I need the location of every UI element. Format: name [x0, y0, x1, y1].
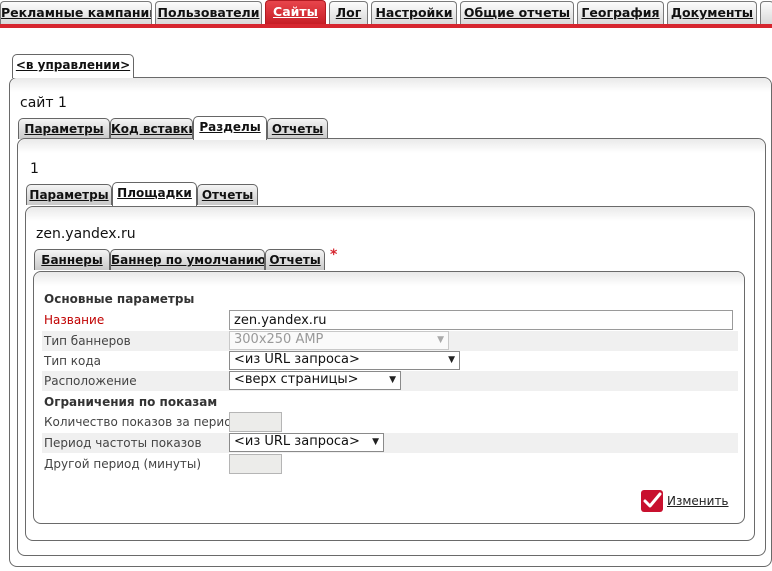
- site-tab-parameters[interactable]: Параметры: [18, 118, 110, 139]
- chevron-down-icon: ▼: [372, 437, 379, 447]
- nav-tab-geography[interactable]: География: [577, 1, 664, 24]
- place-title: zen.yandex.ru: [36, 226, 136, 242]
- section-tab-places[interactable]: Площадки: [112, 182, 197, 206]
- location-label: Расположение: [44, 374, 137, 388]
- period-label: Период частоты показов: [44, 436, 202, 450]
- edit-button[interactable]: [641, 490, 663, 512]
- row-name: Название: [42, 310, 738, 330]
- nav-accent-bar: [0, 24, 772, 28]
- place-tab-default-banner[interactable]: Баннер по умолчанию: [110, 249, 265, 270]
- nav-tab-users[interactable]: Пользователи: [155, 1, 262, 24]
- row-location: Расположение <верх страницы> ▼: [42, 371, 738, 391]
- nav-tab-sites[interactable]: Сайты: [265, 0, 326, 25]
- row-banner-type: Тип баннеров 300x250 AMP ▼: [42, 331, 738, 351]
- site-title: сайт 1: [20, 95, 67, 111]
- site-tab-sections[interactable]: Разделы: [193, 116, 267, 140]
- code-type-value: <из URL запроса>: [234, 352, 360, 367]
- name-input[interactable]: [229, 310, 733, 330]
- row-code-type: Тип кода <из URL запроса> ▼: [42, 351, 738, 371]
- panel-header: [10, 78, 771, 92]
- section-title: 1: [30, 161, 39, 177]
- back-to-management-tab[interactable]: <в управлении>: [12, 54, 134, 78]
- chevron-down-icon: ▼: [448, 355, 455, 365]
- section-heading-limits: Ограничения по показам: [44, 395, 218, 409]
- place-tab-reports[interactable]: Отчеты: [265, 249, 325, 270]
- nav-tab-settings[interactable]: Настройки: [371, 1, 457, 24]
- row-other-period: Другой период (минуты): [42, 454, 738, 474]
- banner-type-select: 300x250 AMP ▼: [229, 331, 449, 350]
- other-period-label: Другой период (минуты): [44, 457, 202, 471]
- nav-tab-log[interactable]: Лог: [329, 1, 368, 24]
- period-select[interactable]: <из URL запроса> ▼: [229, 433, 384, 452]
- count-input[interactable]: [229, 412, 282, 432]
- section-tab-reports[interactable]: Отчеты: [197, 184, 258, 205]
- unsaved-marker: *: [330, 247, 338, 263]
- top-navigation: Рекламные кампании Пользователи Сайты Ло…: [0, 0, 772, 28]
- code-type-select[interactable]: <из URL запроса> ▼: [229, 351, 460, 370]
- location-select[interactable]: <верх страницы> ▼: [229, 371, 401, 390]
- place-tab-banners[interactable]: Баннеры: [34, 249, 110, 270]
- section-panel-header: [26, 207, 754, 221]
- section-tab-parameters[interactable]: Параметры: [26, 184, 112, 205]
- code-type-label: Тип кода: [44, 354, 102, 368]
- site-tab-reports[interactable]: Отчеты: [267, 118, 328, 139]
- check-icon: [641, 490, 663, 512]
- site-tab-insert-code[interactable]: Код вставки: [110, 118, 193, 139]
- count-label: Количество показов за период: [44, 415, 240, 429]
- name-label: Название: [44, 313, 105, 327]
- chevron-down-icon: ▼: [389, 375, 396, 385]
- section-heading-main: Основные параметры: [44, 292, 195, 306]
- chevron-down-icon: ▼: [437, 335, 444, 345]
- nav-tab-documents[interactable]: Документы: [667, 1, 757, 24]
- place-panel-header: [34, 272, 744, 286]
- location-value: <верх страницы>: [234, 372, 359, 387]
- nav-tab-overflow[interactable]: [760, 1, 772, 24]
- nav-tab-ad-campaigns[interactable]: Рекламные кампании: [0, 1, 152, 24]
- row-count: Количество показов за период: [42, 412, 738, 432]
- nav-tab-general-reports[interactable]: Общие отчеты: [460, 1, 574, 24]
- banner-type-value: 300x250 AMP: [234, 332, 324, 347]
- other-period-input[interactable]: [229, 454, 282, 474]
- site-panel-header: [18, 139, 765, 153]
- banner-type-label: Тип баннеров: [44, 334, 131, 348]
- edit-link[interactable]: Изменить: [667, 494, 729, 508]
- period-value: <из URL запроса>: [234, 434, 360, 449]
- row-period: Период частоты показов <из URL запроса> …: [42, 433, 738, 453]
